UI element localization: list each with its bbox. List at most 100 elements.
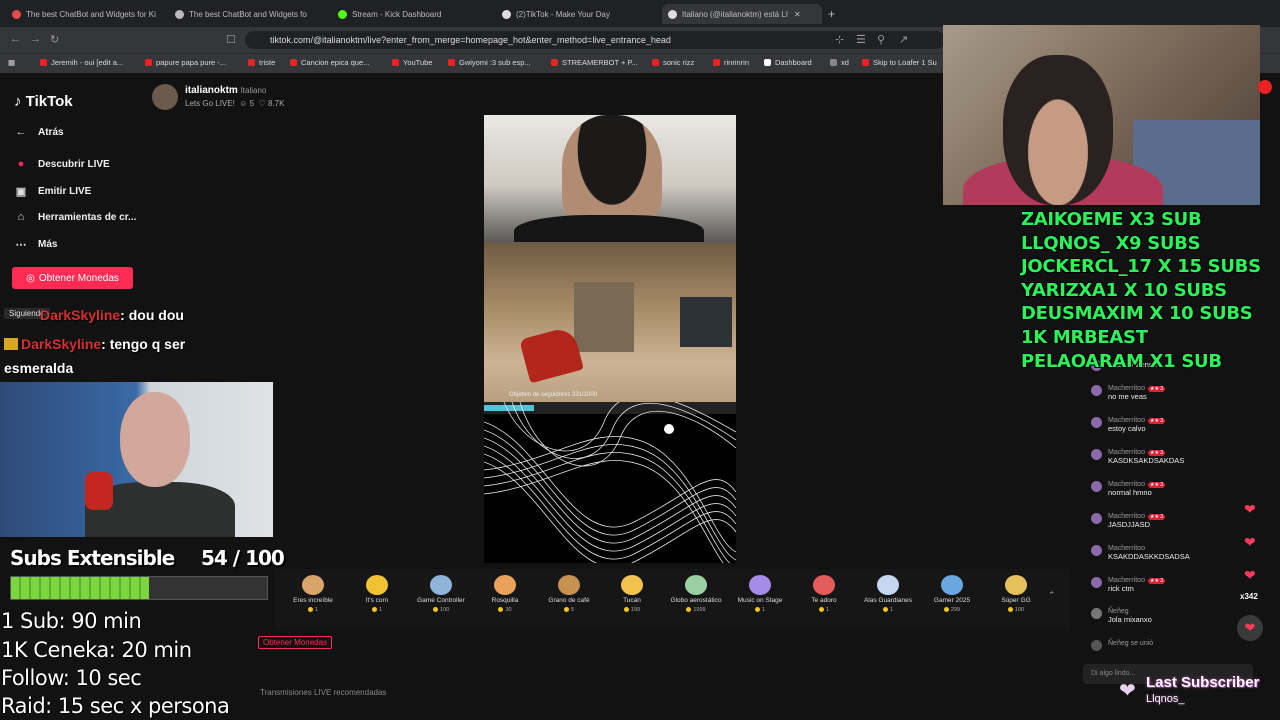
gift-icon	[685, 575, 707, 595]
sidebar-item-more[interactable]: ⋯ Más	[14, 238, 58, 251]
gift-icon	[302, 575, 324, 595]
gift-item[interactable]: It's corn 1	[345, 569, 409, 613]
gift-item[interactable]: Music on Stage 1	[728, 569, 792, 613]
browser-tab[interactable]: The best ChatBot and Widgets for Ki	[12, 4, 162, 24]
translate-icon[interactable]: ☰	[856, 33, 866, 46]
apps-grid-icon[interactable]: ▦	[8, 58, 15, 67]
gift-icon	[877, 575, 899, 595]
subathon-rule: Raid: 15 sec x persona	[1, 694, 230, 718]
overlay-chat-line: DarkSkyline: dou dou	[40, 307, 184, 323]
bookmark-item[interactable]: STREAMERBOT + P...	[551, 58, 638, 67]
forward-arrow-icon[interactable]: →	[30, 33, 41, 45]
gift-icon	[366, 575, 388, 595]
gift-item[interactable]: Súper GG 100	[984, 569, 1048, 613]
face	[1003, 55, 1113, 205]
tab-favicon-icon	[12, 9, 21, 19]
sub-leaderboard: ZAIKOEME X3 SUB LLQNOS_ X9 SUBS JOCKERCL…	[1021, 208, 1261, 373]
chat-message: Macherritoo ★★ 3 JASDJJASD	[1091, 513, 1251, 529]
overlay-chat-line: DarkSkyline: tengo q ser	[4, 336, 185, 352]
chat-avatar	[1091, 640, 1102, 651]
gift-item[interactable]: Grano de café 5	[537, 569, 601, 613]
screen: The best ChatBot and Widgets for Ki The …	[0, 0, 1280, 720]
bookmark-item[interactable]: xd	[830, 58, 849, 67]
heart-icon: ♡	[258, 99, 266, 108]
chat-avatar	[1091, 385, 1102, 396]
likes-counter: x342	[1240, 592, 1258, 601]
kick-icon	[764, 59, 771, 66]
floating-heart-icon: ❤	[1244, 501, 1256, 517]
close-tab-icon[interactable]: ✕	[794, 10, 801, 19]
host-name[interactable]: italianoktm Italiano	[185, 85, 266, 96]
youtube-icon	[551, 59, 558, 66]
get-coins-small-button[interactable]: Obtener Monedas	[258, 636, 333, 649]
gift-item[interactable]: Gamer 2025 299	[920, 569, 984, 613]
bookmark-item[interactable]: Gwiyomi :3 sub esp...	[448, 58, 531, 67]
tab-favicon-icon	[175, 9, 184, 19]
bookmark-item[interactable]: YouTube	[392, 58, 432, 67]
gift-item[interactable]: Te adoro 1	[792, 569, 856, 613]
sidebar-item-tools[interactable]: ⌂ Herramientas de cr...	[14, 211, 137, 223]
bookmark-item[interactable]: triste	[248, 58, 275, 67]
bookmark-item[interactable]: papure papa pure -...	[145, 58, 226, 67]
microphone-icon	[85, 472, 113, 510]
sidebar-item-go-live[interactable]: ▣ Emitir LIVE	[14, 185, 92, 198]
browser-tab[interactable]: The best ChatBot and Widgets fo	[175, 4, 325, 24]
webcam-overlay-right	[943, 25, 1260, 205]
share-icon[interactable]: ↗	[899, 33, 908, 46]
live-video[interactable]: Objetivo de seguidores 331/1000	[484, 115, 736, 563]
gift-item[interactable]: Globo aerostático 1999	[664, 569, 728, 613]
gift-item[interactable]: Eres increíble 1	[281, 569, 345, 613]
back-arrow-icon[interactable]: ←	[10, 33, 21, 45]
tab-strip: The best ChatBot and Widgets for Ki The …	[0, 0, 1280, 27]
host-avatar[interactable]	[152, 84, 178, 110]
follower-goal-label: Objetivo de seguidores 331/1000	[509, 392, 598, 398]
gift-icon	[558, 575, 580, 595]
chat-message: Macherritoo ★★ 3 no me veas	[1091, 385, 1251, 401]
bookmark-item[interactable]: Dashboard	[764, 58, 812, 67]
extension-icon[interactable]: ⊹	[835, 33, 844, 46]
game-doorway	[574, 282, 634, 352]
like-button[interactable]: ❤	[1237, 615, 1263, 641]
sidebar-item-discover-live[interactable]: ● Descubrir LIVE	[14, 158, 110, 170]
gift-icon	[1005, 575, 1027, 595]
viewers-icon: ☺	[239, 99, 248, 108]
youtube-icon	[290, 59, 297, 66]
streamer-head	[562, 115, 662, 230]
browser-tab[interactable]: (2)TikTok - Make Your Day	[502, 4, 652, 24]
gift-item[interactable]: Rosquilla 30	[473, 569, 537, 613]
reload-icon[interactable]: ↻	[50, 33, 59, 46]
bookmark-item[interactable]: sonic rizz	[652, 58, 694, 67]
floating-heart-icon: ❤	[1244, 534, 1256, 550]
sub-entry: DEUSMAXIM X 10 SUBS	[1021, 303, 1253, 325]
bookmark-item[interactable]: Cancion epica que...	[290, 58, 369, 67]
gift-icon	[813, 575, 835, 595]
bookmark-item[interactable]: Skip to Loafer 1 Su	[862, 58, 937, 67]
bookmark-item[interactable]: rinrinrin	[713, 58, 749, 67]
gift-item[interactable]: Game Controller 100	[409, 569, 473, 613]
browser-tab[interactable]: Stream - Kick Dashboard	[338, 4, 488, 24]
back-button[interactable]: ← Atrás	[14, 126, 64, 138]
bookmark-item[interactable]: Jeremih - oui [edit a...	[40, 58, 123, 67]
visualizer-waves	[484, 402, 736, 563]
overlay-chat-wrap: esmeralda	[4, 360, 74, 376]
gift-item[interactable]: Tucán 199	[600, 569, 664, 613]
chevron-up-icon[interactable]: ⌃	[1048, 590, 1056, 601]
sub-entry: LLQNOS_ X9 SUBS	[1021, 232, 1201, 254]
get-coins-button[interactable]: ◎ Obtener Monedas	[12, 267, 133, 289]
youtube-icon	[40, 59, 47, 66]
subathon-rule: Follow: 10 sec	[1, 666, 142, 690]
tiktok-logo[interactable]: ♪ TikTok	[14, 93, 73, 110]
chat-avatar	[1091, 608, 1102, 619]
zoom-icon[interactable]: ⚲	[877, 33, 885, 46]
recommended-heading: Transmisiones LIVE recomendadas	[260, 688, 387, 697]
floating-heart-icon: ❤	[1244, 567, 1256, 583]
sub-entry: ZAIKOEME X3 SUB	[1021, 209, 1202, 230]
game-view	[484, 242, 736, 402]
gift-item[interactable]: Alas Guardianes 1	[856, 569, 920, 613]
gift-icon	[430, 575, 452, 595]
back-arrow-icon: ←	[15, 126, 27, 138]
camera-icon: ▣	[15, 186, 27, 198]
bookmark-icon[interactable]: ☐	[226, 33, 236, 46]
browser-tab-active[interactable]: Italiano (@italianoktm) está LI ✕	[662, 4, 822, 24]
new-tab-icon[interactable]: +	[828, 4, 842, 24]
